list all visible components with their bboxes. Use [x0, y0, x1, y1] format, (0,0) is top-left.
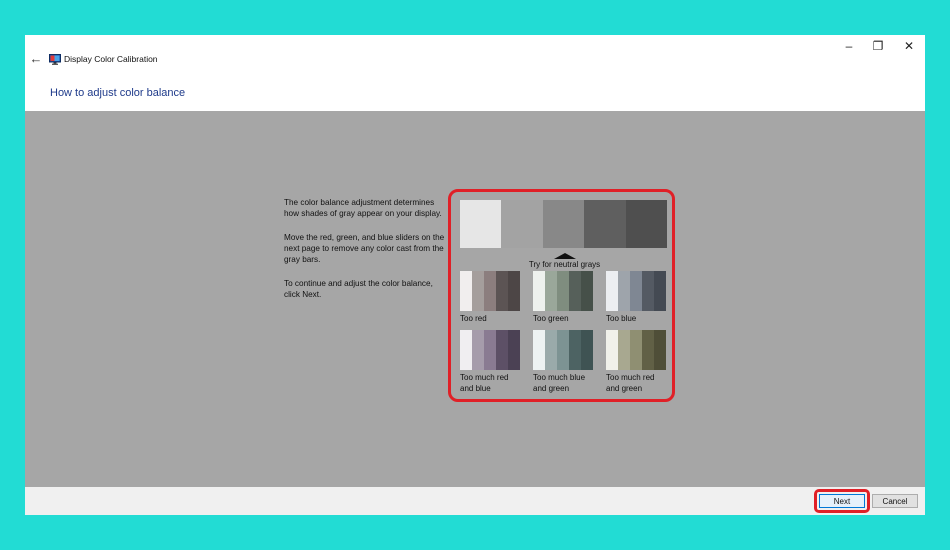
color-bar	[460, 330, 472, 370]
swatch-bars	[460, 271, 520, 311]
window-title: Display Color Calibration	[64, 54, 158, 64]
gray-bar	[584, 200, 626, 248]
neutral-gray-bars	[460, 200, 668, 248]
color-bar	[654, 330, 666, 370]
gray-bar	[460, 200, 502, 248]
next-button[interactable]: Next	[819, 494, 865, 508]
swatch-bars	[606, 330, 666, 370]
up-triangle-icon	[554, 253, 576, 259]
gray-bar	[625, 200, 668, 248]
swatch-bars	[460, 330, 520, 370]
instruction-paragraph: To continue and adjust the color balance…	[284, 279, 433, 299]
color-bar	[642, 330, 654, 370]
page-title: How to adjust color balance	[50, 87, 186, 99]
content-area: The color balance adjustment determines …	[25, 111, 925, 487]
color-bar	[472, 271, 484, 311]
swatch-label: Too blue	[606, 314, 637, 323]
close-icon[interactable]: ✕	[894, 35, 924, 57]
instruction-paragraph: The color balance adjustment determines …	[284, 198, 442, 218]
color-bar	[654, 271, 666, 311]
swatch-bars	[533, 271, 593, 311]
swatch-bars	[533, 330, 593, 370]
neutral-grays-label: Try for neutral grays	[528, 260, 601, 269]
color-bar	[472, 330, 484, 370]
cancel-button[interactable]: Cancel	[872, 494, 918, 508]
gray-bar	[542, 200, 585, 248]
color-bar	[606, 330, 618, 370]
color-bar	[496, 330, 508, 370]
back-arrow-icon[interactable]: ←	[29, 52, 43, 66]
swatch-label: Too much red and green	[606, 373, 655, 393]
minimize-icon[interactable]: –	[834, 35, 864, 57]
calibration-window: ← Display Color Calibration – ❐ ✕ How to…	[25, 35, 925, 515]
color-bar	[618, 330, 630, 370]
color-bar	[642, 271, 654, 311]
color-bar	[569, 330, 581, 370]
color-bar	[545, 271, 557, 311]
color-bar	[606, 271, 618, 311]
color-bar	[557, 271, 569, 311]
title-bar: ← Display Color Calibration – ❐ ✕	[25, 35, 925, 79]
sample-too-red: Too red	[460, 271, 522, 325]
sample-too-much-red-green: Too much red and green	[606, 330, 668, 394]
color-bar	[460, 271, 472, 311]
button-bar: Next Cancel	[25, 487, 925, 515]
swatch-bars	[606, 271, 666, 311]
color-bar	[557, 330, 569, 370]
color-bar	[630, 330, 642, 370]
maximize-icon[interactable]: ❐	[863, 35, 893, 57]
sample-too-green: Too green	[533, 271, 595, 325]
color-bar	[508, 271, 520, 311]
color-bar	[484, 271, 496, 311]
swatch-label: Too green	[533, 314, 569, 323]
sample-too-much-red-blue: Too much red and blue	[460, 330, 522, 394]
color-bar	[630, 271, 642, 311]
monitor-icon	[49, 54, 61, 65]
gray-bar	[501, 200, 543, 248]
color-bar	[569, 271, 581, 311]
color-bar	[581, 271, 593, 311]
color-samples-highlight: Try for neutral grays Too red Too green …	[448, 189, 675, 402]
swatch-label: Too red	[460, 314, 487, 323]
color-bar	[581, 330, 593, 370]
instruction-paragraph: Move the red, green, and blue sliders on…	[284, 233, 445, 264]
color-bar	[484, 330, 496, 370]
color-bar	[533, 271, 545, 311]
color-bar	[545, 330, 557, 370]
swatch-label: Too much red and blue	[460, 373, 509, 393]
color-bar	[508, 330, 520, 370]
color-bar	[496, 271, 508, 311]
instructions: The color balance adjustment determines …	[284, 197, 446, 313]
color-bar	[618, 271, 630, 311]
swatch-label: Too much blue and green	[533, 373, 586, 393]
sample-too-blue: Too blue	[606, 271, 668, 325]
sample-too-much-blue-green: Too much blue and green	[533, 330, 595, 394]
color-bar	[533, 330, 545, 370]
